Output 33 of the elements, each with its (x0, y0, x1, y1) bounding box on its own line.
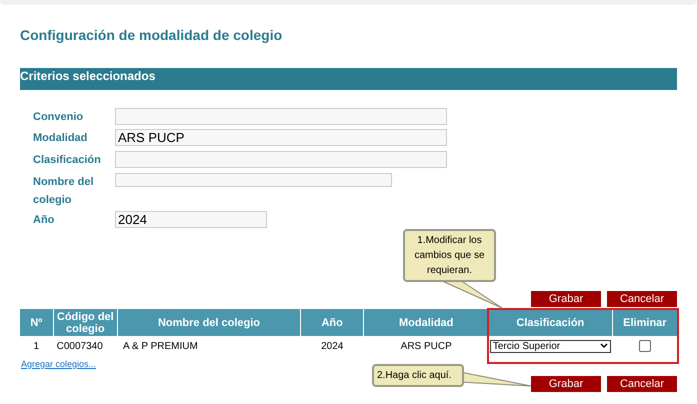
chevron-down-icon (600, 343, 608, 349)
field-label: Clasificación (33, 153, 102, 168)
table-cell-text: A & P PREMIUM (122, 340, 199, 354)
input-field[interactable] (115, 151, 447, 168)
table-cell-text: 1 (32, 340, 40, 354)
column-header: Año (301, 309, 364, 336)
callout: 2.Haga clic aquí. (372, 364, 464, 387)
table-cell-text: 2024 (320, 340, 344, 354)
input-field[interactable] (115, 108, 447, 125)
field-label: Año (33, 213, 56, 228)
cancel-button[interactable]: Cancelar (607, 376, 677, 392)
add-schools-link[interactable]: Agregar colegios... (21, 358, 96, 370)
table-cell-text: C0007340 (56, 340, 104, 354)
classification-dropdown[interactable]: Tercio Superior (490, 340, 611, 352)
column-header: Nº (20, 309, 53, 336)
delete-checkbox[interactable] (638, 340, 651, 352)
field-label: Modalidad (33, 131, 88, 146)
section-header: Criterios seleccionados (20, 68, 677, 90)
field-label: Convenio (33, 110, 84, 125)
save-button[interactable]: Grabar (531, 376, 601, 392)
input-field[interactable] (115, 173, 392, 187)
input-field[interactable]: ARS PUCP (115, 129, 447, 146)
column-header: Clasificación (489, 309, 612, 336)
input-field[interactable]: 2024 (115, 211, 267, 228)
column-header: Modalidad (364, 309, 488, 336)
cancel-button[interactable]: Cancelar (607, 291, 677, 307)
field-label: Nombre del colegio (33, 175, 95, 208)
table-cell-text: ARS PUCP (400, 340, 453, 354)
column-header: Código del colegio (54, 309, 117, 336)
column-header: Eliminar (612, 309, 678, 336)
save-button[interactable]: Grabar (531, 291, 601, 307)
column-header: Nombre del colegio (118, 309, 300, 336)
page-title: Configuración de modalidad de colegio (20, 27, 284, 43)
